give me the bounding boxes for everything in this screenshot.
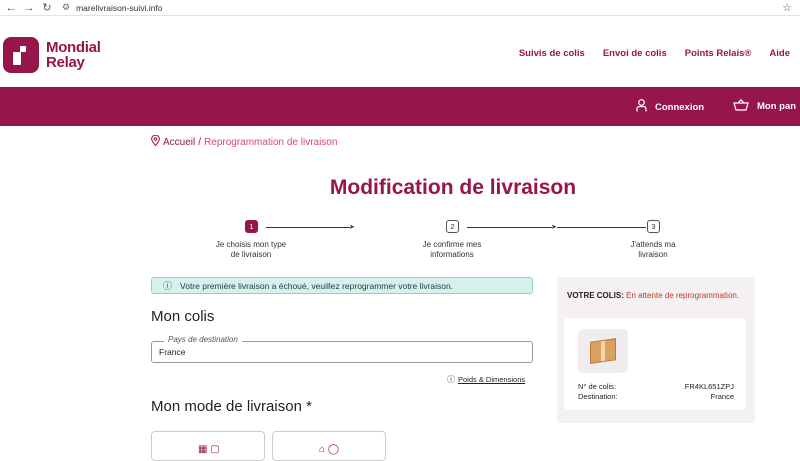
destination-label: Destination: xyxy=(578,392,618,401)
step-connector-2 xyxy=(467,227,552,228)
parcel-status: VOTRE COLIS: En attente de reprogrammati… xyxy=(567,291,747,301)
step-2-label: Je confirme mes informations xyxy=(397,240,507,260)
reload-icon[interactable]: ↻ xyxy=(40,1,54,15)
step-3-label-line2: livraison xyxy=(638,250,668,259)
destination-value: France xyxy=(710,392,734,401)
address-bar[interactable]: marelivraison-suivi.info xyxy=(76,3,162,13)
destination-row: Destination: France xyxy=(578,392,734,401)
step-1-label-line2: de livraison xyxy=(230,250,272,259)
delivery-mode-option-1[interactable]: ▦ ▢ xyxy=(151,431,265,461)
parcel-number-label: N° de colis: xyxy=(578,382,617,391)
logo-mark-icon xyxy=(3,37,39,73)
step-3-indicator: 3 xyxy=(647,220,660,233)
step-1-indicator: 1 xyxy=(245,220,258,233)
breadcrumb: Accueil / Reprogrammation de livraison xyxy=(151,134,338,149)
alert-text: Votre première livraison a échoué, veuil… xyxy=(180,280,454,291)
login-label: Connexion xyxy=(655,101,705,113)
step-2-label-line1: Je confirme mes xyxy=(422,240,482,249)
breadcrumb-current: Reprogrammation de livraison xyxy=(204,136,338,148)
logo-text: Mondial Relay xyxy=(46,40,101,70)
logo-line2: Relay xyxy=(46,54,85,71)
delivery-mode-option-2[interactable]: ⌂ ◯ xyxy=(272,431,386,461)
login-link[interactable]: Connexion xyxy=(636,99,704,115)
step-1-label-line1: Je choisis mon type xyxy=(215,240,287,249)
step-3-label-line1: J'attends ma xyxy=(630,240,676,249)
relay-point-icon: ▦ ▢ xyxy=(198,444,220,455)
step-arrow-1-icon: ➤ xyxy=(349,224,355,231)
info-icon: ⓘ xyxy=(163,281,173,291)
nav-points-relais[interactable]: Points Relais® xyxy=(685,48,752,59)
account-bar: Connexion Mon pan xyxy=(0,87,800,126)
mondial-relay-logo[interactable]: Mondial Relay xyxy=(3,37,101,73)
parcel-card: N° de colis: FR4KL651ZPJ Destination: Fr… xyxy=(564,318,746,410)
top-navigation: Suivis de colis Envoi de colis Points Re… xyxy=(519,48,790,59)
browser-toolbar: ← → ↻ ⚙ marelivraison-suivi.info ☆ xyxy=(0,0,800,16)
step-2-indicator: 2 xyxy=(446,220,459,233)
info-icon: ⓘ xyxy=(447,375,455,384)
back-icon[interactable]: ← xyxy=(4,1,18,15)
parcel-box-icon xyxy=(578,329,628,373)
site-header: Mondial Relay Suivis de colis Envoi de c… xyxy=(0,17,800,87)
step-arrow-2-icon: ➤ xyxy=(551,224,557,231)
step-connector-3 xyxy=(557,227,646,228)
step-1-label: Je choisis mon type de livraison xyxy=(196,240,306,260)
site-info-icon[interactable]: ⚙ xyxy=(62,2,70,13)
page-title: Modification de livraison xyxy=(329,176,577,199)
parcel-status-title: VOTRE COLIS: xyxy=(567,291,624,300)
country-field-label: Pays de destination xyxy=(164,335,242,344)
cart-link[interactable]: Mon pan xyxy=(733,98,797,114)
country-field[interactable]: Pays de destination France xyxy=(151,335,533,363)
failed-delivery-alert: ⓘ Votre première livraison a échoué, veu… xyxy=(151,277,533,294)
parcel-summary-panel: VOTRE COLIS: En attente de reprogrammati… xyxy=(557,277,755,423)
country-field-value: France xyxy=(159,347,186,357)
breadcrumb-home[interactable]: Accueil xyxy=(163,137,195,148)
parcel-number-row: N° de colis: FR4KL651ZPJ xyxy=(578,382,734,391)
parcel-status-text: En attente de reprogrammation. xyxy=(626,291,740,300)
breadcrumb-separator: / xyxy=(198,136,202,148)
nav-suivis[interactable]: Suivis de colis xyxy=(519,48,585,59)
home-delivery-icon: ⌂ ◯ xyxy=(319,444,340,455)
user-icon xyxy=(636,99,647,115)
cart-label: Mon pan xyxy=(757,101,797,112)
mode-heading: Mon mode de livraison * xyxy=(151,398,312,415)
logo-line1: Mondial xyxy=(46,39,101,56)
basket-icon xyxy=(733,98,749,114)
poids-dimensions-link[interactable]: ⓘ Poids & Dimensions xyxy=(447,374,525,385)
bookmark-star-icon[interactable]: ☆ xyxy=(782,1,792,14)
location-pin-icon xyxy=(151,134,160,149)
nav-envoi[interactable]: Envoi de colis xyxy=(603,48,667,59)
poids-dimensions-label: Poids & Dimensions xyxy=(458,375,526,384)
parcel-number-value: FR4KL651ZPJ xyxy=(684,382,734,391)
colis-heading: Mon colis xyxy=(151,308,215,325)
forward-icon[interactable]: → xyxy=(22,1,36,15)
step-3-label: J'attends ma livraison xyxy=(598,240,708,260)
step-2-label-line2: informations xyxy=(430,250,474,259)
nav-aide[interactable]: Aide xyxy=(769,48,790,59)
step-connector-1 xyxy=(266,227,350,228)
